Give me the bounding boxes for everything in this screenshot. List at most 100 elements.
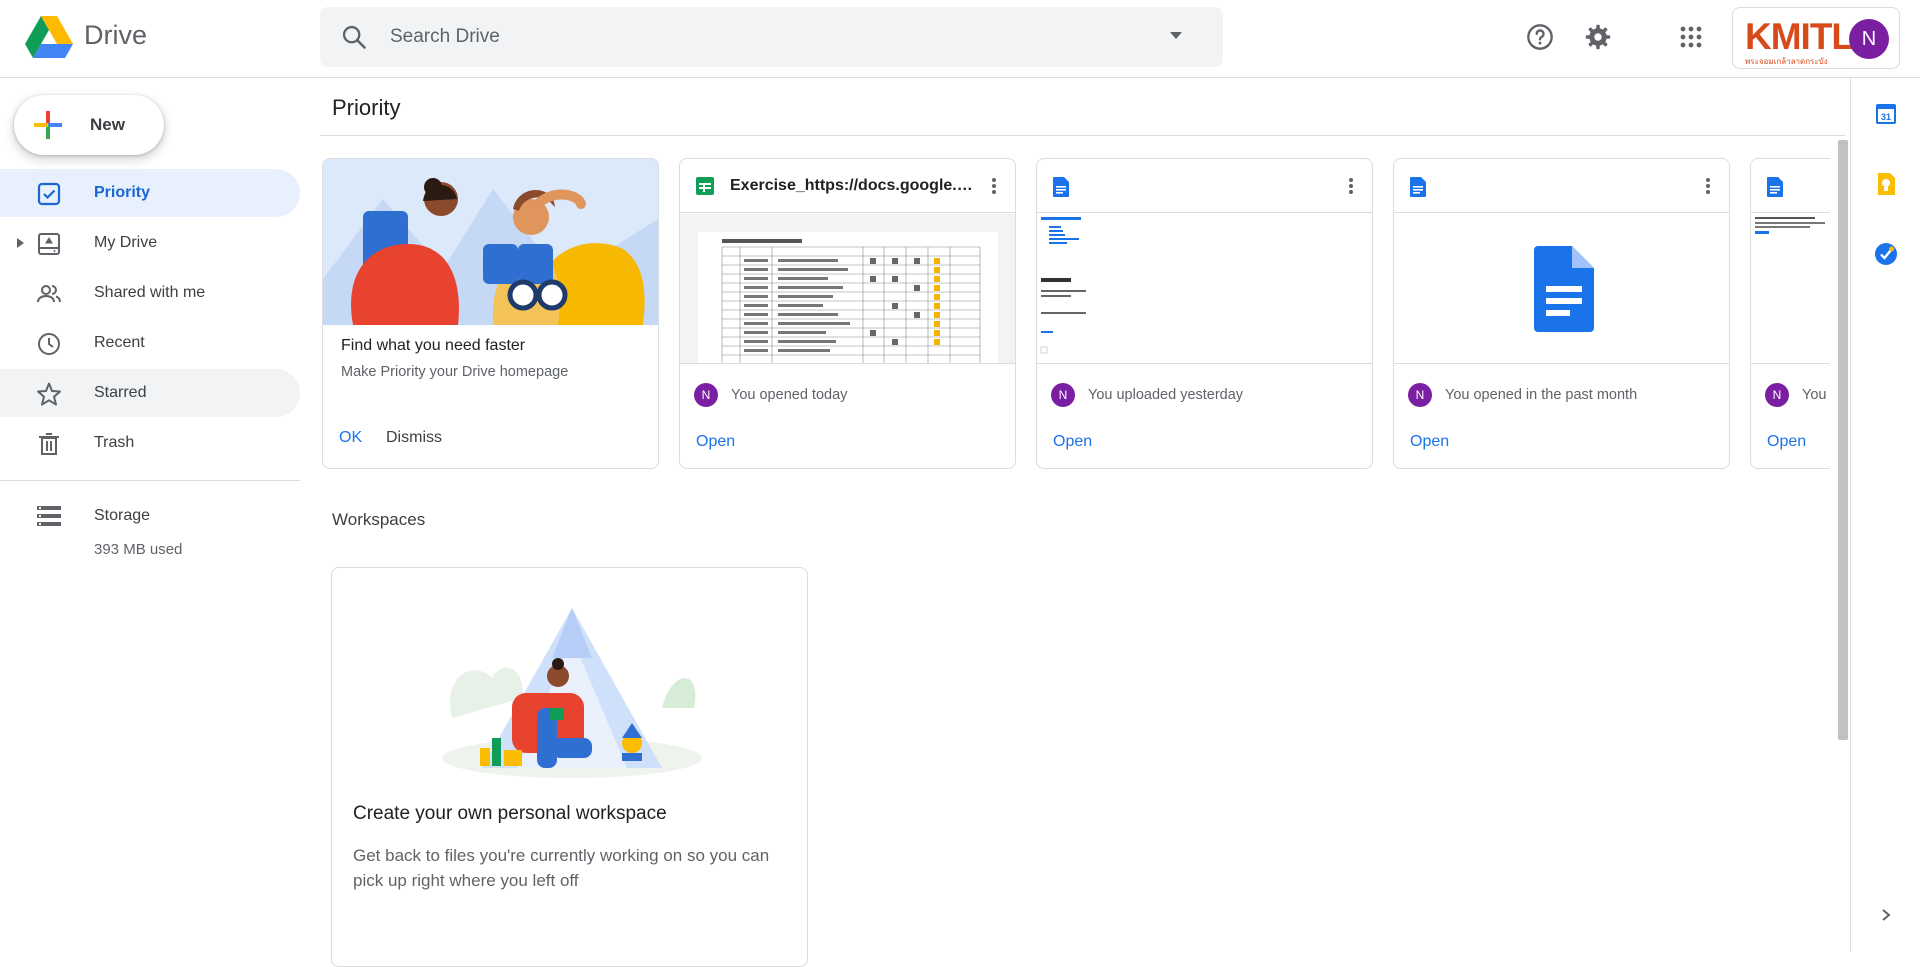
file-activity: N You uploaded yesterday	[1051, 382, 1243, 408]
promo-subtitle: Make Priority your Drive homepage	[341, 364, 569, 380]
plus-icon	[34, 111, 62, 139]
activity-text: You opened in the past month	[1445, 387, 1638, 403]
app-title: Drive	[84, 20, 148, 50]
document-preview	[1040, 217, 1086, 354]
new-button-label: New	[90, 115, 125, 134]
more-options-icon[interactable]	[1698, 176, 1718, 196]
scrollbar-thumb[interactable]	[1838, 140, 1848, 740]
file-activity: N You opened today	[694, 382, 847, 408]
priority-file-card[interactable]: N You uploaded yesterday Open	[1036, 158, 1373, 469]
keep-icon[interactable]	[1872, 170, 1900, 198]
file-card-header	[1037, 159, 1372, 213]
storage-icon[interactable]	[36, 505, 62, 527]
sidebar-item-label: Trash	[94, 434, 135, 451]
drive-logo-icon[interactable]	[25, 16, 73, 58]
clock-icon	[38, 333, 60, 355]
file-card-header: Exercise_https://docs.google.co...	[680, 159, 1015, 213]
more-options-icon[interactable]	[1341, 176, 1361, 196]
new-button[interactable]: New	[14, 95, 164, 155]
open-file-button[interactable]: Open	[1410, 433, 1449, 451]
docs-icon	[1767, 177, 1783, 197]
open-file-button[interactable]: Open	[1767, 433, 1806, 451]
activity-text: You uploaded yesterday	[1088, 387, 1244, 403]
search-bar[interactable]	[320, 7, 1223, 67]
calendar-icon[interactable]: 31	[1872, 100, 1900, 128]
sidebar-item-my-drive[interactable]: My Drive	[0, 219, 300, 267]
open-file-button[interactable]: Open	[696, 433, 735, 451]
settings-button[interactable]	[1578, 17, 1618, 57]
apps-grid-icon	[1680, 26, 1702, 48]
activity-text: You	[1802, 387, 1827, 403]
account-switcher[interactable]: KMITL พระจอมเกล้าลาดกระบัง N	[1732, 7, 1900, 69]
side-panel: 31	[1850, 78, 1920, 952]
promo-ok-button[interactable]: OK	[339, 429, 362, 447]
sidebar-item-label: Priority	[94, 184, 151, 201]
priority-file-card[interactable]: Exercise_https://docs.google.co... N You…	[679, 158, 1016, 469]
file-thumbnail[interactable]	[1394, 214, 1729, 364]
more-options-icon[interactable]	[984, 176, 1004, 196]
promo-dismiss-button[interactable]: Dismiss	[386, 429, 442, 447]
workspaces-heading: Workspaces	[332, 510, 426, 529]
help-icon	[1527, 24, 1553, 50]
sidebar-item-trash[interactable]: Trash	[0, 419, 300, 467]
sidebar-item-label: Starred	[94, 384, 147, 401]
spreadsheet-preview	[698, 232, 998, 363]
priority-cards-row: Find what you need faster Make Priority …	[320, 156, 1830, 472]
search-options-dropdown-icon[interactable]	[1168, 27, 1184, 43]
organization-logo-subtitle: พระจอมเกล้าลาดกระบัง	[1745, 57, 1828, 66]
title-divider	[320, 135, 1845, 136]
sidebar-item-label: My Drive	[94, 234, 158, 251]
page-title: Priority	[332, 95, 401, 120]
file-card-header	[1751, 159, 1830, 213]
sidebar-item-recent[interactable]: Recent	[0, 319, 300, 367]
binoculars-illustration	[323, 159, 658, 325]
file-activity: N You opened in the past month	[1408, 382, 1637, 408]
my-drive-icon	[38, 233, 60, 255]
owner-avatar: N	[1051, 383, 1075, 407]
expand-arrow-icon[interactable]	[15, 237, 25, 249]
owner-avatar: N	[694, 383, 718, 407]
owner-avatar: N	[1408, 383, 1432, 407]
storage-used-text: 393 MB used	[94, 541, 183, 558]
sidebar-item-starred[interactable]: Starred	[0, 369, 300, 417]
sidebar-item-label: Shared with me	[94, 284, 206, 301]
storage-label[interactable]: Storage	[94, 507, 150, 525]
priority-file-card[interactable]: N You opened in the past month Open	[1393, 158, 1730, 469]
trash-icon	[39, 433, 59, 455]
search-input[interactable]	[390, 21, 1090, 53]
priority-promo-card: Find what you need faster Make Priority …	[322, 158, 659, 469]
promo-title: Find what you need faster	[341, 337, 526, 354]
sidebar-item-label: Recent	[94, 334, 145, 351]
priority-check-icon	[37, 182, 61, 206]
create-workspace-card[interactable]: Create your own personal workspace Get b…	[331, 567, 808, 967]
organization-logo: KMITL	[1745, 16, 1854, 57]
top-bar: Drive Search Drive KMITL พระจอมเกล้าลาดก…	[0, 0, 1920, 78]
workspace-card-description: Get back to files you're currently worki…	[353, 846, 770, 890]
activity-text: You opened today	[731, 387, 848, 403]
sheets-icon	[696, 177, 714, 195]
search-icon[interactable]	[340, 23, 368, 51]
file-card-header	[1394, 159, 1729, 213]
docs-icon	[1053, 177, 1069, 197]
file-thumbnail[interactable]	[1037, 214, 1372, 364]
account-avatar[interactable]: N	[1849, 19, 1889, 59]
tasks-icon[interactable]	[1872, 240, 1900, 268]
priority-file-card[interactable]: N You Open	[1750, 158, 1830, 469]
sidebar-item-shared-with-me[interactable]: Shared with me	[0, 269, 300, 317]
expand-panel-chevron-icon[interactable]	[1879, 908, 1893, 922]
sidebar-item-priority[interactable]: Priority	[0, 169, 300, 217]
file-thumbnail[interactable]	[1751, 214, 1830, 364]
docs-icon	[1410, 177, 1426, 197]
document-preview	[1755, 217, 1825, 234]
workspace-card-title: Create your own personal workspace	[353, 803, 667, 824]
file-name[interactable]: Exercise_https://docs.google.co...	[730, 177, 980, 195]
gear-icon	[1585, 24, 1611, 50]
open-file-button[interactable]: Open	[1053, 433, 1092, 451]
help-button[interactable]	[1520, 17, 1560, 57]
people-icon	[37, 285, 61, 303]
file-thumbnail[interactable]	[680, 214, 1015, 364]
large-docs-icon	[1534, 246, 1594, 332]
google-apps-button[interactable]	[1671, 17, 1711, 57]
file-activity: N You	[1765, 382, 1826, 408]
sidebar-divider	[0, 480, 300, 481]
